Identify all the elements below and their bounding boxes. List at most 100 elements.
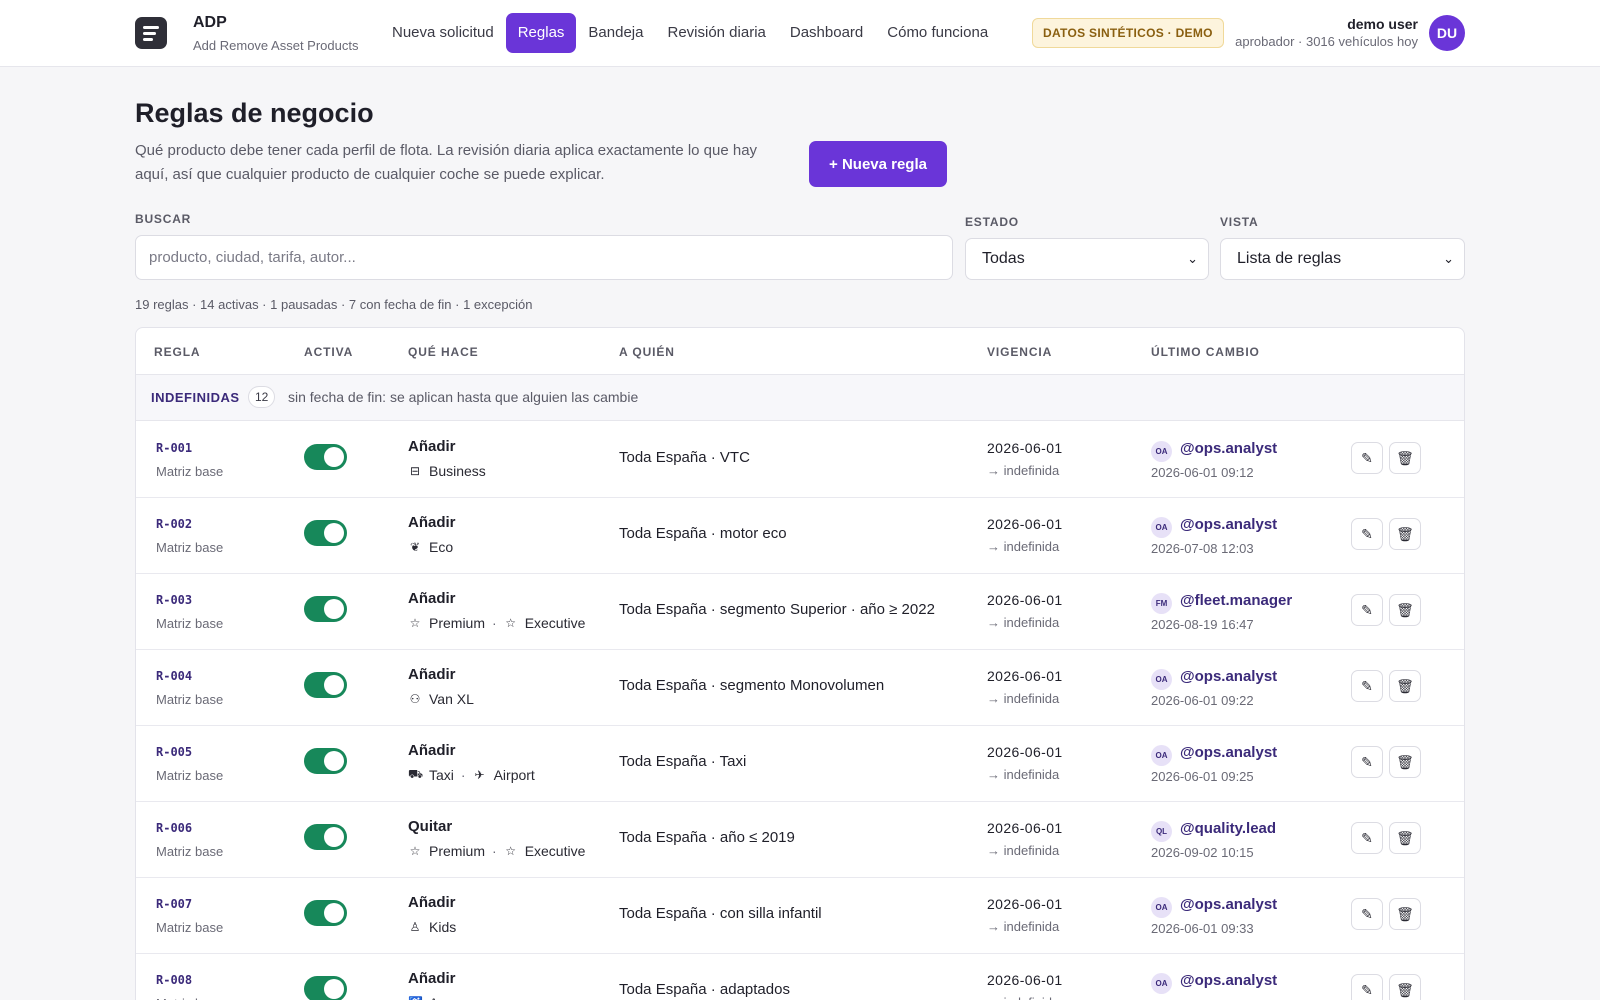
table-row[interactable]: R-004 Matriz base Añadir ⚇ Van XL Toda España…	[136, 650, 1464, 726]
rule-action: Quitar	[408, 818, 453, 835]
table-row[interactable]: R-007 Matriz base Añadir ♙ Kids Toda España ·…	[136, 878, 1464, 954]
delete-button[interactable]: 🗑	[1389, 898, 1421, 930]
author-handle[interactable]: @ops.analyst	[1180, 972, 1277, 989]
rule-id[interactable]: R-001	[156, 441, 192, 455]
active-toggle[interactable]	[304, 900, 347, 926]
delete-button[interactable]: 🗑	[1389, 442, 1421, 474]
edit-button[interactable]: ✎	[1351, 670, 1383, 702]
nav-reglas[interactable]: Reglas	[505, 13, 577, 53]
user-role: aprobador · 3016 vehículos hoy	[1235, 34, 1418, 49]
app-logo-icon[interactable]	[135, 17, 167, 49]
rule-id[interactable]: R-007	[156, 897, 192, 911]
active-toggle[interactable]	[304, 672, 347, 698]
author-handle[interactable]: @quality.lead	[1180, 820, 1276, 837]
rule-source: Matriz base	[156, 616, 224, 631]
validity-end: → indefinida	[987, 767, 1060, 782]
active-toggle[interactable]	[304, 520, 347, 546]
active-toggle[interactable]	[304, 596, 347, 622]
product-tag: ✈ Airport	[473, 767, 535, 783]
product-tag: ♿ Access	[408, 995, 474, 1000]
active-toggle[interactable]	[304, 976, 347, 1000]
table-row[interactable]: R-006 Matriz base Quitar ☆ Premium · ☆ Executiv…	[136, 802, 1464, 878]
table-row[interactable]: R-003 Matriz base Añadir ☆ Premium · ☆ Executiv…	[136, 574, 1464, 650]
main-nav: Nueva solicitud Reglas Bandeja Revisión …	[380, 13, 1000, 53]
product-name: Kids	[429, 919, 457, 935]
brand-name: ADP	[193, 14, 227, 31]
rule-action: Añadir	[408, 970, 456, 987]
nav-como-funciona[interactable]: Cómo funciona	[875, 13, 1000, 53]
new-rule-button[interactable]: + Nueva regla	[809, 141, 947, 187]
edit-button[interactable]: ✎	[1351, 518, 1383, 550]
trash-icon: 🗑	[1396, 526, 1414, 542]
product-tag: ☆ Premium	[408, 615, 485, 631]
edit-button[interactable]: ✎	[1351, 974, 1383, 1000]
rule-id[interactable]: R-005	[156, 745, 192, 759]
active-toggle[interactable]	[304, 824, 347, 850]
rule-source: Matriz base	[156, 920, 224, 935]
user-avatar[interactable]: DU	[1429, 15, 1465, 51]
rule-id[interactable]: R-006	[156, 821, 192, 835]
rule-id[interactable]: R-002	[156, 517, 192, 531]
rule-id[interactable]: R-004	[156, 669, 192, 683]
nav-dashboard[interactable]: Dashboard	[778, 13, 875, 53]
rule-action: Añadir	[408, 590, 456, 607]
rule-action: Añadir	[408, 514, 456, 531]
delete-button[interactable]: 🗑	[1389, 822, 1421, 854]
validity-start: 2026-06-01	[987, 516, 1063, 532]
edit-button[interactable]: ✎	[1351, 822, 1383, 854]
author-handle[interactable]: @fleet.manager	[1180, 592, 1292, 609]
author-handle[interactable]: @ops.analyst	[1180, 440, 1277, 457]
validity-start: 2026-06-01	[987, 896, 1063, 912]
rule-action: Añadir	[408, 894, 456, 911]
star-icon: ☆	[409, 616, 421, 630]
delete-button[interactable]: 🗑	[1389, 974, 1421, 1000]
estado-label: ESTADO	[965, 215, 1019, 229]
delete-button[interactable]: 🗑	[1389, 746, 1421, 778]
active-toggle[interactable]	[304, 748, 347, 774]
edit-button[interactable]: ✎	[1351, 746, 1383, 778]
author-handle[interactable]: @ops.analyst	[1180, 516, 1277, 533]
author-handle[interactable]: @ops.analyst	[1180, 668, 1277, 685]
product-name: Taxi	[429, 767, 454, 783]
search-input[interactable]	[135, 235, 953, 280]
delete-button[interactable]: 🗑	[1389, 518, 1421, 550]
table-row[interactable]: R-001 Matriz base Añadir ⊟ Business Toda Espa…	[136, 422, 1464, 498]
delete-button[interactable]: 🗑	[1389, 594, 1421, 626]
rule-target: Toda España · segmento Superior · año ≥ …	[619, 601, 935, 618]
rule-id[interactable]: R-008	[156, 973, 192, 987]
author-initials-badge: OA	[1151, 973, 1172, 994]
rule-products: ☆ Premium · ☆ Executive	[408, 843, 586, 859]
edit-button[interactable]: ✎	[1351, 594, 1383, 626]
column-regla: REGLA	[154, 345, 201, 359]
nav-revision-diaria[interactable]: Revisión diaria	[655, 13, 777, 53]
column-vigencia: VIGENCIA	[987, 345, 1053, 359]
product-name: Access	[429, 995, 474, 1000]
column-a-quien: A QUIÉN	[619, 345, 675, 359]
rule-source: Matriz base	[156, 540, 224, 555]
delete-button[interactable]: 🗑	[1389, 670, 1421, 702]
author-handle[interactable]: @ops.analyst	[1180, 896, 1277, 913]
vista-label: VISTA	[1220, 215, 1259, 229]
nav-nueva-solicitud[interactable]: Nueva solicitud	[380, 13, 506, 53]
vista-select-value: Lista de reglas	[1237, 250, 1342, 267]
edit-button[interactable]: ✎	[1351, 442, 1383, 474]
active-toggle[interactable]	[304, 444, 347, 470]
pencil-icon: ✎	[1361, 602, 1373, 618]
table-row[interactable]: R-002 Matriz base Añadir ❦ Eco Toda España · …	[136, 498, 1464, 574]
nav-bandeja[interactable]: Bandeja	[576, 13, 655, 53]
validity-end: → indefinida	[987, 615, 1060, 630]
pencil-icon: ✎	[1361, 906, 1373, 922]
product-name: Van XL	[429, 691, 474, 707]
table-row[interactable]: R-008 Matriz base Añadir ♿ Access Toda España…	[136, 954, 1464, 1000]
rules-table: REGLA ACTIVA QUÉ HACE A QUIÉN VIGENCIA Ú…	[135, 327, 1465, 1000]
rule-id[interactable]: R-003	[156, 593, 192, 607]
product-name: Business	[429, 463, 486, 479]
author-initials-badge: OA	[1151, 441, 1172, 462]
rule-products: ⚇ Van XL	[408, 691, 474, 707]
author-initials-badge: OA	[1151, 897, 1172, 918]
edit-button[interactable]: ✎	[1351, 898, 1383, 930]
table-row[interactable]: R-005 Matriz base Añadir ⛟ Taxi · ✈ Airport Toda…	[136, 726, 1464, 802]
vista-select[interactable]: Lista de reglas ⌄	[1220, 238, 1465, 280]
estado-select[interactable]: Todas ⌄	[965, 238, 1209, 280]
author-handle[interactable]: @ops.analyst	[1180, 744, 1277, 761]
